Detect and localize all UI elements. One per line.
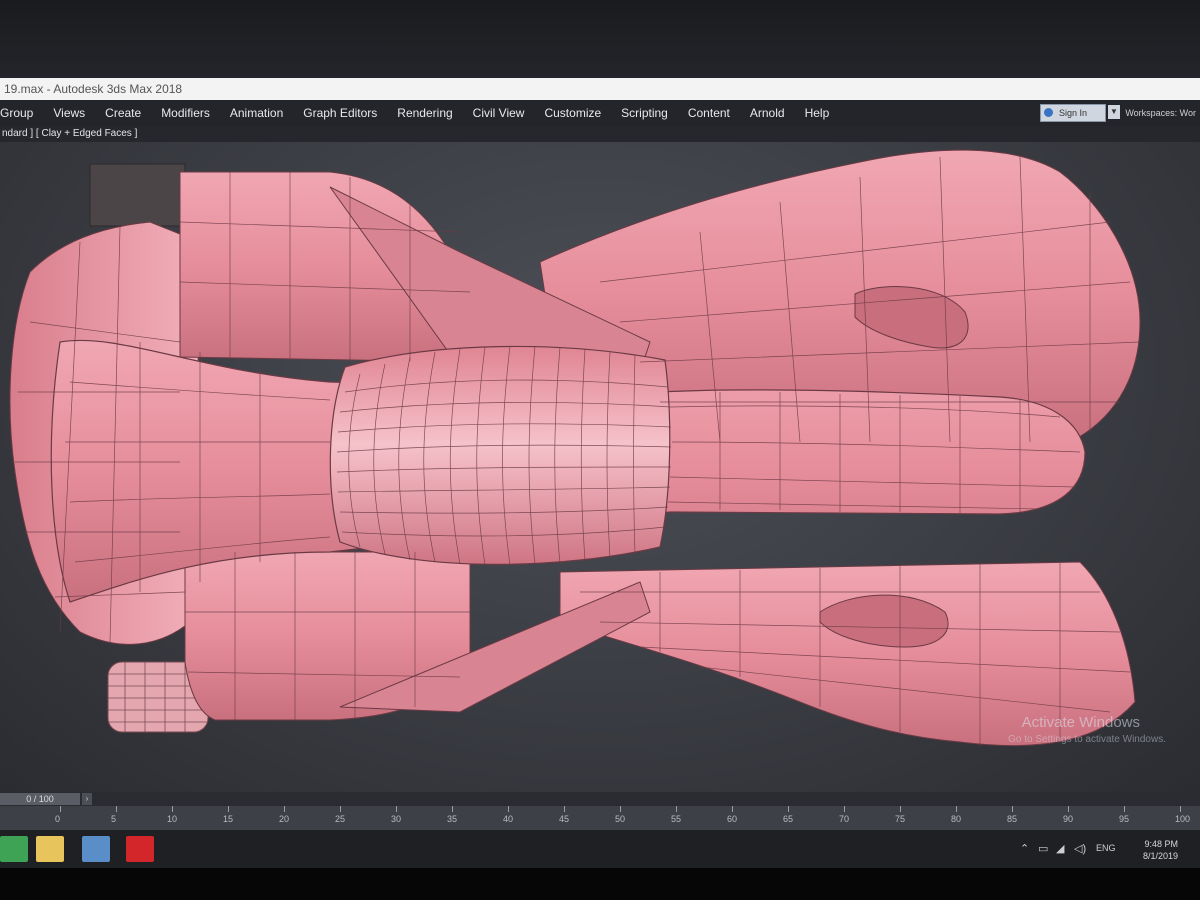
menu-bar: Group Views Create Modifiers Animation G…: [0, 100, 1200, 126]
ruler-tick: [508, 806, 509, 812]
activate-windows-title: Activate Windows: [1021, 714, 1140, 731]
battery-icon[interactable]: ▭: [1038, 842, 1048, 855]
windows-taskbar: ⌃ ▭ ◢ ◁) ENG 9:48 PM 8/1/2019: [0, 830, 1200, 868]
volume-icon[interactable]: ◁): [1074, 842, 1086, 855]
ruler-tick-label: 95: [1119, 814, 1130, 824]
sign-in-dropdown-icon[interactable]: ▼: [1108, 105, 1120, 119]
menu-arnold[interactable]: Arnold: [740, 106, 795, 120]
network-icon[interactable]: ◢: [1056, 842, 1064, 855]
ruler-tick-label: 60: [727, 814, 738, 824]
language-indicator[interactable]: ENG: [1096, 843, 1116, 853]
ruler-tick: [228, 806, 229, 812]
ruler-tick: [172, 806, 173, 812]
ruler-tick: [900, 806, 901, 812]
menu-civil-view[interactable]: Civil View: [463, 106, 535, 120]
activate-windows-subtitle: Go to Settings to activate Windows.: [1008, 734, 1166, 745]
menu-group[interactable]: Group: [0, 106, 43, 120]
screen: 19.max - Autodesk 3ds Max 2018 Group Vie…: [0, 78, 1200, 868]
ruler-tick-label: 30: [391, 814, 402, 824]
ruler-tick-label: 90: [1063, 814, 1074, 824]
ruler-tick: [564, 806, 565, 812]
clock-date: 8/1/2019: [1142, 851, 1178, 861]
menu-graph-editors[interactable]: Graph Editors: [293, 106, 387, 120]
menu-views[interactable]: Views: [43, 106, 95, 120]
ruler-tick-label: 85: [1007, 814, 1018, 824]
ruler-tick: [452, 806, 453, 812]
perspective-viewport[interactable]: Activate Windows Go to Settings to activ…: [0, 142, 1200, 792]
ruler-tick-label: 10: [167, 814, 178, 824]
ruler-tick: [788, 806, 789, 812]
ruler-tick-label: 15: [223, 814, 234, 824]
menu-animation[interactable]: Animation: [220, 106, 293, 120]
ruler-tick-label: 5: [111, 814, 117, 824]
ruler-tick-label: 35: [447, 814, 458, 824]
monitor-bezel-bottom: [0, 868, 1200, 900]
chevron-up-icon[interactable]: ⌃: [1020, 842, 1029, 855]
pdf-reader-icon[interactable]: [126, 836, 154, 862]
ruler-tick-label: 0: [55, 814, 61, 824]
ruler-tick-label: 45: [559, 814, 570, 824]
ruler-tick-label: 50: [615, 814, 626, 824]
menu-scripting[interactable]: Scripting: [611, 106, 678, 120]
clock-time: 9:48 PM: [1144, 839, 1178, 849]
ruler-tick: [284, 806, 285, 812]
ruler-tick: [732, 806, 733, 812]
file-explorer-icon[interactable]: [36, 836, 64, 862]
time-slider[interactable]: 0 / 100: [0, 793, 80, 805]
ruler-tick-label: 55: [671, 814, 682, 824]
menu-content[interactable]: Content: [678, 106, 740, 120]
ruler-tick: [1068, 806, 1069, 812]
workspaces-selector[interactable]: Workspaces: Wor: [1125, 100, 1196, 126]
ruler-tick: [340, 806, 341, 812]
ruler-tick-label: 75: [895, 814, 906, 824]
menu-help[interactable]: Help: [795, 106, 840, 120]
time-next-arrow-icon[interactable]: ›: [82, 793, 92, 805]
photo-frame: 19.max - Autodesk 3ds Max 2018 Group Vie…: [0, 0, 1200, 900]
rear-wheel-top: [89, 163, 186, 227]
ruler-tick-label: 65: [783, 814, 794, 824]
track-bar-ruler[interactable]: 0 5 10 15 20 25 30 35 40 45 50 55 60 65 70 75 80 85 90 95 10…: [0, 806, 1200, 830]
ruler-tick: [116, 806, 117, 812]
clock[interactable]: 9:48 PM 8/1/2019: [1118, 838, 1178, 862]
menu-rendering[interactable]: Rendering: [387, 106, 462, 120]
car-body-model: [9, 149, 1141, 747]
menu-customize[interactable]: Customize: [534, 106, 611, 120]
ruler-tick: [620, 806, 621, 812]
ruler-tick-label: 70: [839, 814, 850, 824]
cockpit-pod: [329, 345, 671, 565]
ruler-tick: [396, 806, 397, 812]
menu-create[interactable]: Create: [95, 106, 151, 120]
monitor-bezel-top: [0, 0, 1200, 78]
menu-modifiers[interactable]: Modifiers: [151, 106, 220, 120]
ruler-tick: [1124, 806, 1125, 812]
ruler-tick: [60, 806, 61, 812]
time-slider-bar: 0 / 100 ›: [0, 792, 1200, 806]
green-app-icon[interactable]: [0, 836, 28, 862]
title-bar: 19.max - Autodesk 3ds Max 2018: [0, 78, 1200, 100]
sign-in-label: Sign In: [1058, 108, 1087, 118]
ruler-tick: [1012, 806, 1013, 812]
ruler-tick: [956, 806, 957, 812]
user-icon: [1043, 108, 1053, 117]
ruler-tick-label: 25: [335, 814, 346, 824]
ruler-tick-label: 40: [503, 814, 514, 824]
ruler-tick-label: 20: [279, 814, 290, 824]
viewport-label[interactable]: ndard ] [ Clay + Edged Faces ]: [0, 126, 1200, 142]
ruler-tick: [844, 806, 845, 812]
window-title: 19.max - Autodesk 3ds Max 2018: [4, 82, 183, 96]
photos-icon[interactable]: [82, 836, 110, 862]
ruler-tick-label: 80: [951, 814, 962, 824]
ruler-tick: [676, 806, 677, 812]
ruler-tick-label: 100: [1175, 814, 1191, 824]
sign-in-button[interactable]: Sign In: [1039, 104, 1106, 122]
ruler-tick: [1180, 806, 1181, 812]
system-tray: ⌃ ▭ ◢ ◁) ENG 9:48 PM 8/1/2019: [1020, 834, 1190, 864]
